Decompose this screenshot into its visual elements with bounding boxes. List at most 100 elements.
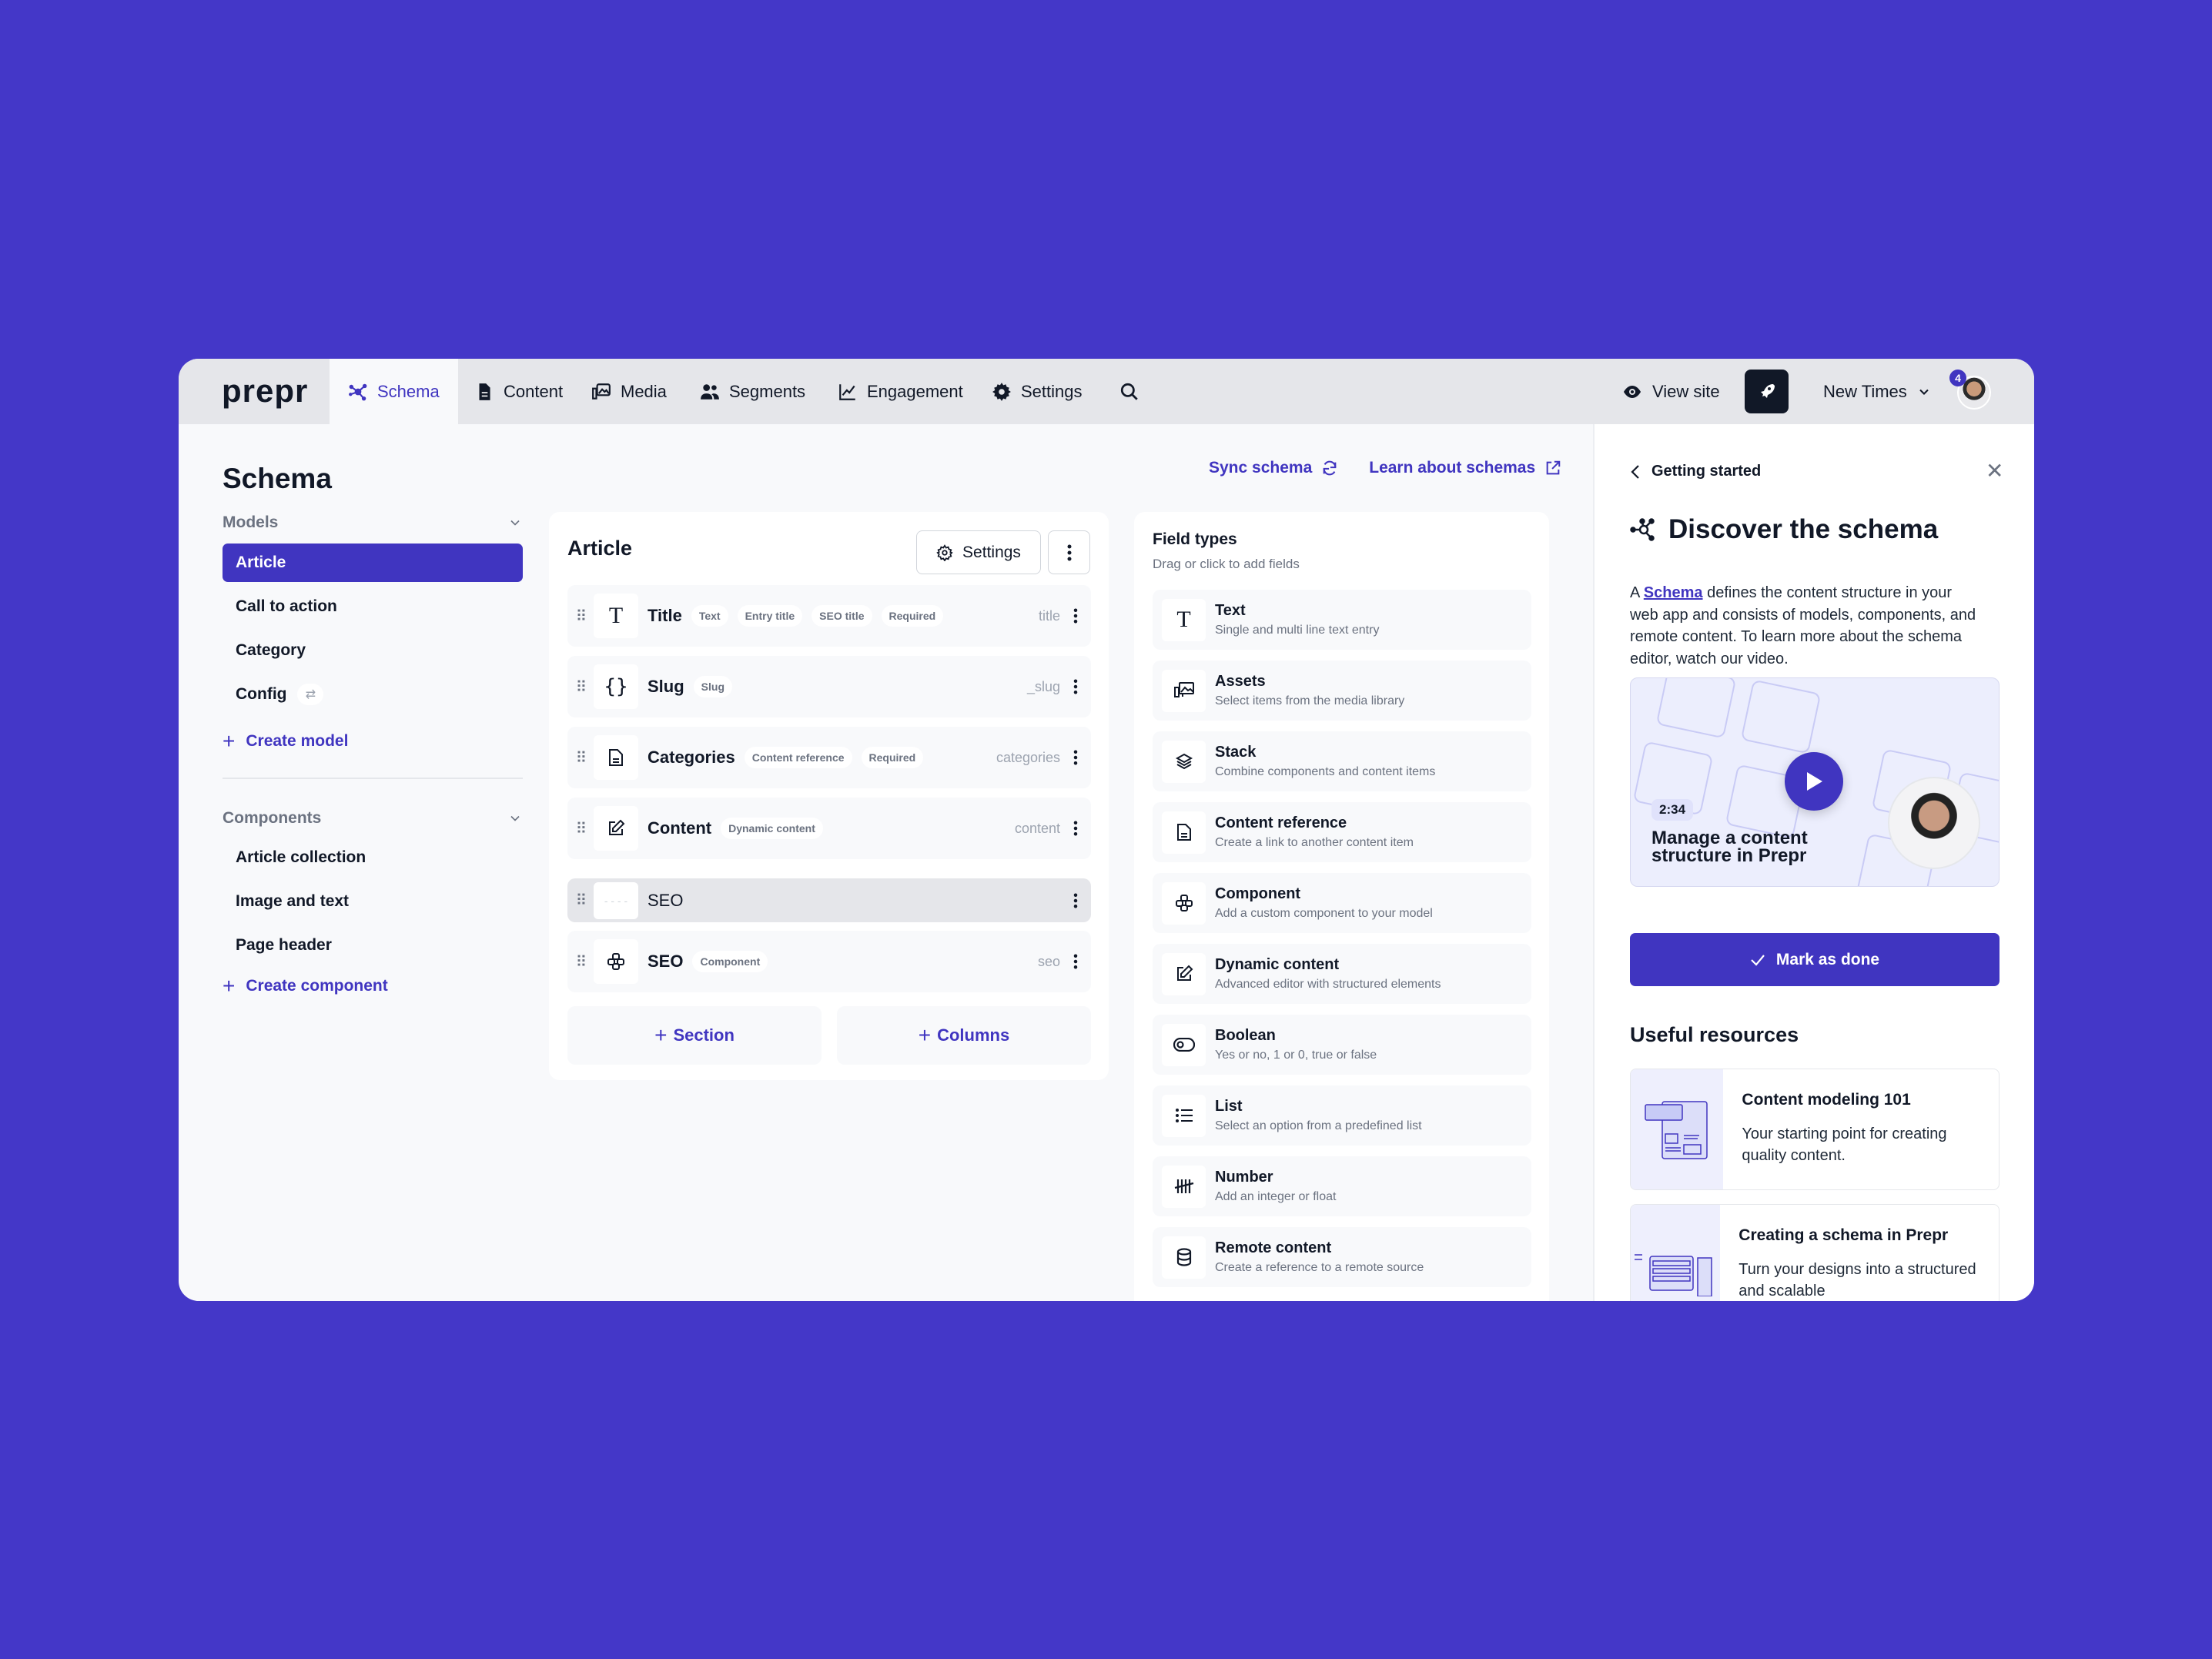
field-api-id: categories — [996, 749, 1060, 765]
sidebar-component-article-collection[interactable]: Article collection — [223, 838, 523, 877]
components-section-toggle[interactable]: Components — [223, 809, 523, 828]
media-icon — [592, 383, 611, 400]
field-type-dynamic-content[interactable]: Dynamic content Advanced editor with stru… — [1153, 944, 1531, 1004]
nav-content[interactable]: Content — [474, 359, 563, 424]
field-tag: Required — [881, 605, 944, 627]
workspace-switcher[interactable]: New Times — [1823, 359, 1932, 424]
guide-body: A Schema defines the content structure i… — [1630, 582, 1984, 670]
field-type-list[interactable]: List Select an option from a predefined l… — [1153, 1085, 1531, 1146]
field-type-number[interactable]: Number Add an integer or float — [1153, 1156, 1531, 1216]
publish-rocket-button[interactable] — [1745, 370, 1789, 413]
field-type-desc: Add an integer or float — [1215, 1190, 1337, 1203]
sidebar-component-image-and-text[interactable]: Image and text — [223, 882, 523, 921]
field-tag: Required — [861, 747, 924, 768]
field-tag: SEO title — [812, 605, 872, 627]
sidebar-model-call-to-action[interactable]: Call to action — [223, 587, 523, 626]
sync-schema-label: Sync schema — [1209, 459, 1313, 477]
model-more-button[interactable] — [1048, 530, 1090, 574]
drag-handle-icon[interactable]: ⠿ — [567, 748, 594, 768]
mark-done-label: Mark as done — [1775, 950, 1880, 968]
notification-badge: 4 — [1949, 370, 1966, 386]
resource-card[interactable]: Creating a schema in Prepr Turn your des… — [1630, 1204, 2000, 1301]
field-api-id: title — [1038, 607, 1060, 624]
schema-link[interactable]: Schema — [1644, 584, 1703, 601]
add-columns-button[interactable]: + Columns — [837, 1006, 1091, 1065]
create-model-link[interactable]: + Create model — [223, 729, 348, 754]
nav-media[interactable]: Media — [591, 359, 667, 424]
guide-panel: Getting started ✕ Discover the schema A … — [1593, 424, 2034, 1301]
schema-icon — [349, 383, 367, 400]
model-label: Call to action — [236, 597, 337, 615]
field-type-desc: Single and multi line text entry — [1215, 624, 1380, 637]
tally-icon — [1162, 1165, 1206, 1208]
field-menu-button[interactable] — [1060, 892, 1091, 908]
field-name: SEO — [648, 952, 684, 971]
field-type-content-reference[interactable]: Content reference Create a link to anothe… — [1153, 802, 1531, 862]
prepr-logo[interactable]: prepr — [222, 373, 308, 410]
sidebar-component-page-header[interactable]: Page header — [223, 926, 523, 965]
field-type-desc: Combine components and content items — [1215, 765, 1436, 778]
nav-segments[interactable]: Segments — [700, 359, 805, 424]
field-type-desc: Advanced editor with structured elements — [1215, 978, 1441, 991]
search-button[interactable] — [1119, 359, 1139, 424]
drag-handle-icon[interactable]: ⠿ — [567, 891, 594, 910]
field-type-text[interactable]: T Text Single and multi line text entry — [1153, 590, 1531, 650]
field-type-name: List — [1215, 1098, 1243, 1115]
nav-engagement[interactable]: Engagement — [838, 359, 963, 424]
field-type-stack[interactable]: Stack Combine components and content item… — [1153, 731, 1531, 791]
field-type-component[interactable]: Component Add a custom component to your … — [1153, 873, 1531, 933]
sidebar-model-article[interactable]: Article — [223, 544, 523, 582]
sidebar-model-config[interactable]: Config ⇄ — [223, 675, 523, 714]
field-row-content[interactable]: ⠿ Content Dynamic content content — [567, 798, 1091, 859]
drag-handle-icon[interactable]: ⠿ — [567, 819, 594, 838]
component-label: Page header — [236, 936, 332, 954]
chevron-down-icon — [1919, 389, 1929, 395]
field-menu-button[interactable] — [1060, 679, 1091, 694]
component-label: Image and text — [236, 892, 350, 910]
top-nav: prepr Schema Content Media Segments Enga… — [179, 359, 2034, 424]
field-row-slug[interactable]: ⠿ {} Slug Slug _slug — [567, 656, 1091, 717]
create-component-link[interactable]: + Create component — [223, 974, 388, 998]
mark-as-done-button[interactable]: Mark as done — [1630, 933, 2000, 986]
field-row-title[interactable]: ⠿ T Title Text Entry title SEO title Req… — [567, 585, 1091, 647]
model-settings-button[interactable]: Settings — [916, 530, 1041, 574]
drag-handle-icon[interactable]: ⠿ — [567, 607, 594, 626]
kebab-icon — [1073, 954, 1078, 969]
field-menu-button[interactable] — [1060, 608, 1091, 624]
plus-icon: + — [223, 729, 236, 753]
sidebar-model-category[interactable]: Category — [223, 631, 523, 670]
kebab-icon — [1073, 750, 1078, 765]
video-thumbnail[interactable]: 2:34 Manage a content structure in Prepr — [1630, 677, 2000, 887]
sync-schema-link[interactable]: Sync schema — [1209, 459, 1338, 477]
nav-schema[interactable]: Schema — [330, 359, 458, 424]
refresh-icon — [1323, 460, 1337, 476]
close-icon[interactable]: ✕ — [1986, 458, 2003, 483]
play-button[interactable] — [1785, 752, 1843, 811]
field-row-categories[interactable]: ⠿ Categories Content reference Required … — [567, 727, 1091, 788]
field-row-seo-dragging[interactable]: ⠿ - - - - SEO — [567, 878, 1091, 922]
models-section-toggle[interactable]: Models — [223, 513, 523, 532]
field-row-seo[interactable]: ⠿ SEO Component seo — [567, 931, 1091, 992]
field-tag: Content reference — [744, 747, 852, 768]
chevron-down-icon — [510, 520, 520, 526]
field-type-boolean[interactable]: Boolean Yes or no, 1 or 0, true or false — [1153, 1015, 1531, 1075]
drag-handle-icon[interactable]: ⠿ — [567, 677, 594, 697]
field-menu-button[interactable] — [1060, 954, 1091, 969]
resource-title: Content modeling 101 — [1742, 1091, 1911, 1109]
field-menu-button[interactable] — [1060, 750, 1091, 765]
back-to-getting-started[interactable]: Getting started — [1630, 463, 1761, 480]
field-name: SEO — [648, 890, 684, 910]
nav-settings[interactable]: Settings — [992, 359, 1083, 424]
field-menu-button[interactable] — [1060, 821, 1091, 836]
field-type-remote-content[interactable]: Remote content Create a reference to a re… — [1153, 1227, 1531, 1287]
field-type-assets[interactable]: Assets Select items from the media librar… — [1153, 661, 1531, 721]
plus-icon: + — [654, 1023, 668, 1047]
resource-card[interactable]: Content modeling 101 Your starting point… — [1630, 1069, 2000, 1190]
field-api-id: content — [1014, 820, 1060, 836]
learn-about-schemas-link[interactable]: Learn about schemas — [1369, 459, 1561, 477]
kebab-icon — [1073, 821, 1078, 836]
drag-handle-icon[interactable]: ⠿ — [567, 952, 594, 972]
add-section-button[interactable]: + Section — [567, 1006, 822, 1065]
view-site-button[interactable]: View site — [1623, 359, 1720, 424]
model-title: Article — [567, 537, 633, 560]
